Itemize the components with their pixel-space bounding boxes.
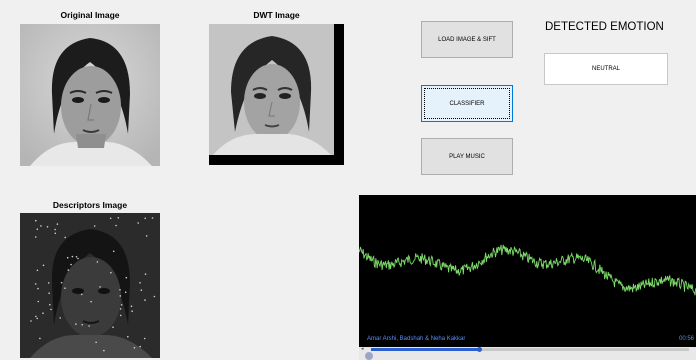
keypoint: [75, 323, 77, 325]
keypoint: [39, 337, 41, 340]
keypoint: [120, 304, 123, 306]
keypoint: [139, 282, 141, 284]
app-window: Original Image DWT Image Descriptors Ima…: [0, 0, 696, 360]
keypoint: [137, 222, 139, 224]
keypoint: [54, 228, 56, 231]
detected-emotion-value: NEUTRAL: [544, 53, 668, 85]
classifier-button[interactable]: CLASSIFIER: [421, 85, 513, 122]
keypoint: [140, 289, 143, 291]
keypoint: [47, 282, 50, 284]
keypoint: [95, 341, 97, 344]
keypoint: [81, 324, 83, 326]
seek-bar-thumb[interactable]: [477, 347, 483, 352]
keypoint: [66, 256, 69, 259]
seek-start-icon[interactable]: ◂: [361, 346, 364, 352]
keypoint: [88, 325, 90, 327]
detected-emotion-title: DETECTED EMOTION: [545, 21, 664, 33]
media-title: Amar Arshi, Badshah & Neha Kakkar: [367, 336, 466, 342]
keypoint: [35, 315, 37, 318]
keypoint: [37, 300, 40, 303]
keypoint: [34, 236, 37, 238]
keypoint: [49, 303, 51, 306]
descriptors-image: [20, 213, 160, 358]
keypoint: [112, 326, 114, 328]
keypoint: [139, 345, 141, 348]
keypoint: [145, 235, 148, 237]
keypoint: [40, 225, 42, 227]
player-control-bar: ◂: [359, 346, 696, 360]
keypoint: [37, 287, 39, 290]
keypoint: [119, 308, 122, 310]
dwt-image: [209, 24, 344, 165]
keypoint: [60, 281, 63, 284]
keypoint: [144, 299, 146, 301]
seek-bar[interactable]: [371, 347, 689, 352]
keypoint: [54, 232, 57, 235]
keypoint: [99, 286, 101, 288]
keypoint: [133, 346, 136, 349]
seek-bar-progress: [371, 348, 480, 351]
keypoint: [115, 224, 117, 227]
keypoint: [119, 314, 122, 317]
descriptors-image-title: Descriptors Image: [52, 200, 128, 210]
keypoint: [90, 300, 92, 303]
keypoint: [109, 217, 112, 220]
keypoint: [131, 310, 133, 312]
keypoint: [96, 261, 99, 263]
keypoint: [36, 317, 38, 320]
keypoint: [42, 264, 45, 267]
keypoint: [143, 337, 146, 340]
keypoint: [112, 250, 115, 253]
media-time: 00:56: [678, 336, 694, 342]
keypoint: [124, 291, 127, 293]
keypoint: [36, 228, 39, 230]
keypoint: [151, 217, 154, 219]
keypoint: [103, 349, 105, 352]
keypoint: [125, 276, 128, 279]
keypoint: [50, 308, 52, 311]
dwt-image-title: DWT Image: [253, 10, 300, 20]
load-image-sift-button[interactable]: LOAD IMAGE & SIFT: [421, 21, 513, 58]
keypoint: [30, 320, 32, 322]
keypoint: [67, 269, 70, 271]
keypoint: [34, 283, 37, 285]
keypoint: [119, 289, 121, 291]
keypoint: [119, 295, 122, 297]
keypoint: [56, 223, 59, 225]
keypoint: [71, 255, 74, 258]
keypoint: [153, 295, 156, 298]
keypoint: [110, 271, 112, 274]
keypoint: [59, 317, 61, 319]
keypoint: [35, 219, 37, 222]
keypoint: [77, 257, 79, 260]
keypoint: [36, 269, 39, 272]
keypoint: [127, 335, 129, 338]
keypoint: [80, 293, 83, 296]
keypoint: [144, 273, 147, 275]
keypoint: [117, 217, 120, 219]
media-player[interactable]: Amar Arshi, Badshah & Neha Kakkar 00:56 …: [359, 195, 696, 360]
keypoint: [48, 292, 50, 294]
play-music-button[interactable]: PLAY MUSIC: [421, 138, 513, 175]
keypoint: [42, 312, 44, 314]
keypoint: [144, 217, 146, 220]
original-image: [20, 24, 160, 166]
keypoint: [70, 263, 72, 266]
keypoint: [130, 305, 133, 307]
keypoint: [64, 287, 66, 289]
keypoint: [75, 256, 78, 258]
original-image-title: Original Image: [60, 10, 120, 20]
keypoint: [46, 226, 49, 228]
keypoint: [93, 225, 96, 227]
keypoint: [64, 236, 66, 239]
play-icon[interactable]: [365, 352, 373, 360]
